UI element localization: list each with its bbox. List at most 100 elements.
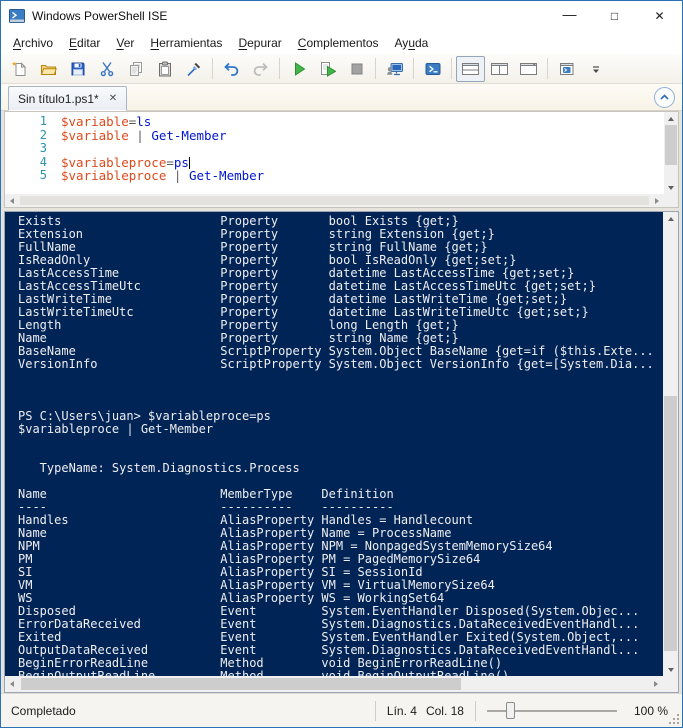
scroll-right-button[interactable] [650,194,664,207]
code-line[interactable]: $variable=ls [61,115,663,129]
menu-item-herramientas[interactable]: Herramientas [142,33,230,53]
toolbar-separator [547,58,548,79]
show-command-window-button[interactable] [552,56,581,82]
redo-button[interactable] [246,56,275,82]
cut-icon [99,61,115,77]
open-icon [40,61,57,77]
editor-gutter: 12345 [5,114,47,183]
chevron-down-icon [667,667,674,672]
statusbar: Completado Lín. 4 Col. 18 100 % [1,693,682,727]
line-number: 1 [39,114,47,128]
new-script-button[interactable] [5,56,34,82]
toolbar-overflow-button[interactable] [581,56,610,82]
pane-right-icon [490,61,509,77]
workspace: 12345 $variable=ls $variable | Get-Member… [1,111,682,693]
new-remote-powershell-tab-button[interactable] [380,56,409,82]
chevron-down-icon [668,185,674,190]
run-icon [291,61,307,77]
show-script-pane-right-button[interactable] [485,56,514,82]
editor-code[interactable]: $variable=ls $variable | Get-Member $vari… [61,115,663,183]
scroll-up-button[interactable] [664,112,678,125]
editor-vertical-scrollbar[interactable] [664,112,678,194]
menu-item-editar[interactable]: Editar [61,33,108,53]
collapse-script-pane-button[interactable] [654,87,675,108]
console-vertical-scrollbar[interactable] [663,212,678,676]
zoom-slider-thumb[interactable] [506,702,516,719]
paste-button[interactable] [150,56,179,82]
console-pane[interactable]: Exists Property bool Exists {get;} Exten… [4,211,679,693]
console-output[interactable]: Exists Property bool Exists {get;} Exten… [18,215,661,676]
open-script-button[interactable] [34,56,63,82]
code-line[interactable]: $variableproce=ps [61,155,663,170]
editor-vscroll-thumb[interactable] [665,125,677,165]
menu-item-depurar[interactable]: Depurar [230,33,289,53]
console-hscroll-thumb[interactable] [21,678,461,690]
line-indicator: Lín. 4 [386,703,417,718]
run-selection-icon [319,61,336,77]
tab-close-icon[interactable]: ✕ [109,93,117,104]
scroll-right-button[interactable] [649,676,663,692]
clear-icon [186,61,202,77]
script-editor-pane[interactable]: 12345 $variable=ls $variable | Get-Member… [4,111,679,208]
overflow-icon [590,61,602,77]
chevron-left-icon [10,197,14,204]
scroll-up-button[interactable] [663,212,678,225]
zoom-slider[interactable] [486,702,617,719]
start-powershell-button[interactable] [418,56,447,82]
save-icon [70,61,86,77]
show-script-pane-maximized-button[interactable] [514,56,543,82]
undo-button[interactable] [217,56,246,82]
stop-icon [349,61,365,77]
code-line[interactable] [61,142,663,156]
cut-button[interactable] [92,56,121,82]
script-tab[interactable]: Sin título1.ps1* ✕ [8,86,128,111]
save-script-button[interactable] [63,56,92,82]
menu-item-archivo[interactable]: Archivo [5,33,61,53]
minimize-button[interactable]: — [547,1,592,31]
run-script-button[interactable] [284,56,313,82]
statusbar-separator [374,700,376,721]
toolbar-separator [279,58,280,79]
show-script-pane-top-button[interactable] [456,55,485,82]
undo-icon [223,61,240,77]
console-vscroll-thumb[interactable] [664,396,677,651]
resize-grip[interactable] [668,713,680,725]
scroll-down-button[interactable] [663,663,678,676]
titlebar[interactable]: Windows PowerShell ISE — □ ✕ [1,1,682,31]
scroll-left-button[interactable] [5,676,19,692]
line-number: 3 [39,141,47,155]
toolbar-separator [212,58,213,79]
zoom-percent-label: 100 % [633,703,668,718]
run-selection-button[interactable] [313,56,342,82]
code-line[interactable]: $variableproce | Get-Member [61,169,663,183]
menu-item-ver[interactable]: Ver [108,33,142,53]
statusbar-separator [474,700,476,721]
toolbar [1,54,682,84]
editor-hscroll-thumb[interactable] [20,196,649,205]
line-number: 4 [39,154,47,169]
chevron-right-icon [655,197,659,204]
stop-operation-button[interactable] [342,56,371,82]
redo-icon [252,61,269,77]
text-cursor [188,156,190,169]
scroll-down-button[interactable] [664,181,678,194]
copy-button[interactable] [121,56,150,82]
code-line[interactable]: $variable | Get-Member [61,128,663,143]
powershell-icon [424,61,442,77]
clear-console-pane-button[interactable] [179,56,208,82]
toolbar-separator [375,58,376,79]
editor-horizontal-scrollbar[interactable] [5,194,664,207]
scroll-left-button[interactable] [5,194,19,207]
chevron-up-icon [668,116,674,121]
console-horizontal-scrollbar[interactable] [5,676,663,692]
menu-item-ayuda[interactable]: Ayuda [387,33,437,53]
caret-position: Lín. 4 Col. 18 [387,704,464,718]
menu-item-complementos[interactable]: Complementos [290,33,387,53]
close-button[interactable]: ✕ [637,1,682,31]
status-message: Completado [11,703,76,718]
copy-icon [128,61,144,77]
line-number: 2 [39,127,47,142]
chevron-left-icon [10,681,14,687]
maximize-button[interactable]: □ [592,1,637,31]
chevron-up-icon [667,216,674,221]
